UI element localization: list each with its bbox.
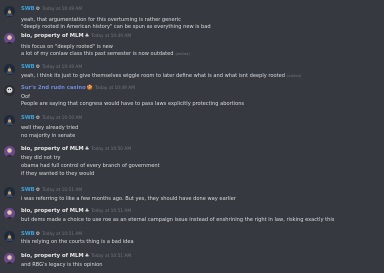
message-header: bio, property of MLM♣ Today at 10:49 AM [21,32,131,41]
timestamp[interactable]: Today at 10:49 AM [91,34,131,39]
author-name[interactable]: bio, property of MLM [21,146,84,152]
role-badge-icon: ⚙ [35,6,41,12]
message-header: bio, property of MLM♣ Today at 10:50 AM [21,145,131,154]
message-header: SWB⚙ Today at 10:51 AM [21,186,82,195]
author-name[interactable]: SWB [21,187,35,193]
author-name[interactable]: bio, property of MLM [21,253,84,259]
message-text: this focus on "deeply rooted" is new [21,44,113,51]
message-text-content: "deeply rooted in American history" can … [21,24,211,30]
message-text-content: this relying on the courts thing is a ba… [21,239,134,245]
message-text-content: and RBG's legacy is this opinion [21,262,103,268]
dark-avatar-icon[interactable] [4,85,15,96]
author-name[interactable]: bio, property of MLM [21,208,84,214]
message-header: SWB⚙ Today at 10:49 AM [21,5,82,14]
message-text: no majority in senate [21,133,75,140]
message-header: SWB⚙ Today at 10:51 AM [21,230,82,239]
dark-mage-avatar-icon[interactable] [4,64,15,75]
message-text-content: yeah, i think its just to give themselve… [21,73,286,79]
message-header: Sur's 2nd rudn casino🍪 Today at 10:49 AM [21,84,135,93]
message-text: a lot of my conlaw class this past semes… [21,51,190,58]
timestamp[interactable]: Today at 10:49 AM [42,7,82,12]
message-text: but dems made a choice to use roe as an … [21,217,334,224]
role-badge-icon: ♣ [84,253,90,259]
author-name[interactable]: SWB [21,6,35,12]
message-text: well they already tried [21,125,78,132]
message-text-content: this focus on "deeply rooted" is new [21,44,113,50]
message-text-content: if they wanted to they would [21,171,95,177]
message-header: SWB⚙ Today at 10:49 AM [21,63,82,72]
purple-avatar-icon[interactable] [4,208,15,219]
timestamp[interactable]: Today at 10:49 AM [42,65,82,70]
message-text-content: no majority in senate [21,133,76,139]
message-text: if they wanted to they would [21,171,94,178]
dark-mage-avatar-icon[interactable] [4,115,15,126]
timestamp[interactable]: Today at 10:51 AM [42,232,82,237]
message-text-content: but dems made a choice to use roe as an … [21,217,335,223]
timestamp[interactable]: Today at 10:51 AM [42,188,82,193]
purple-avatar-icon[interactable] [4,33,15,44]
message-text: Oof [21,94,30,101]
role-badge-icon: 🍪 [86,85,94,91]
message-text-content: People are saying that congress would ha… [21,101,245,107]
message-text: and RBG's legacy is this opinion [21,262,102,269]
message-header: bio, property of MLM♣ Today at 10:51 AM [21,207,131,216]
author-name[interactable]: SWB [21,115,35,121]
message-text-content: a lot of my conlaw class this past semes… [21,51,174,57]
purple-avatar-icon[interactable] [4,146,15,157]
timestamp[interactable]: Today at 10:50 AM [42,116,82,121]
dark-mage-avatar-icon[interactable] [4,6,15,17]
message-text-content: Oof [21,94,30,100]
role-badge-icon: ⚙ [35,64,41,70]
role-badge-icon: ⚙ [35,115,41,121]
message-text-content: well they already tried [21,125,79,131]
message-text: "deeply rooted in American history" can … [21,24,211,31]
message-text-content: they did not try [21,155,61,161]
message-text-content: i was referring to like a few months ago… [21,196,236,202]
message-text: i was referring to like a few months ago… [21,196,236,203]
message-text: yeah, i think its just to give themselve… [21,73,301,80]
message-text: they did not try [21,155,61,162]
message-text: this relying on the courts thing is a ba… [21,239,134,246]
purple-avatar-icon[interactable] [4,253,15,264]
dark-mage-avatar-icon[interactable] [4,231,15,242]
message-text: yeah, that argumentation for this overtu… [21,17,181,24]
role-badge-icon: ♣ [84,146,90,152]
edited-label: (edited) [175,52,190,56]
timestamp[interactable]: Today at 10:51 AM [91,254,131,259]
role-badge-icon: ♣ [84,33,90,39]
message-header: bio, property of MLM♣ Today at 10:51 AM [21,252,131,261]
edited-label: (edited) [287,74,302,78]
role-badge-icon: ⚙ [35,187,41,193]
timestamp[interactable]: Today at 10:51 AM [91,209,131,214]
role-badge-icon: ♣ [84,208,90,214]
timestamp[interactable]: Today at 10:49 AM [95,86,135,91]
chat-log: SWB⚙ Today at 10:49 AM yeah, that argument… [0,0,384,273]
role-badge-icon: ⚙ [35,231,41,237]
message-header: SWB⚙ Today at 10:50 AM [21,114,82,123]
message-text: obama had full control of every branch o… [21,163,160,170]
timestamp[interactable]: Today at 10:50 AM [91,147,131,152]
author-name[interactable]: Sur's 2nd rudn casino [21,85,86,91]
author-name[interactable]: bio, property of MLM [21,33,84,39]
author-name[interactable]: SWB [21,231,35,237]
message-text: People are saying that congress would ha… [21,101,244,108]
message-text-content: yeah, that argumentation for this overtu… [21,17,181,23]
message-text-content: obama had full control of every branch o… [21,163,160,169]
dark-mage-avatar-icon[interactable] [4,187,15,198]
author-name[interactable]: SWB [21,64,35,70]
